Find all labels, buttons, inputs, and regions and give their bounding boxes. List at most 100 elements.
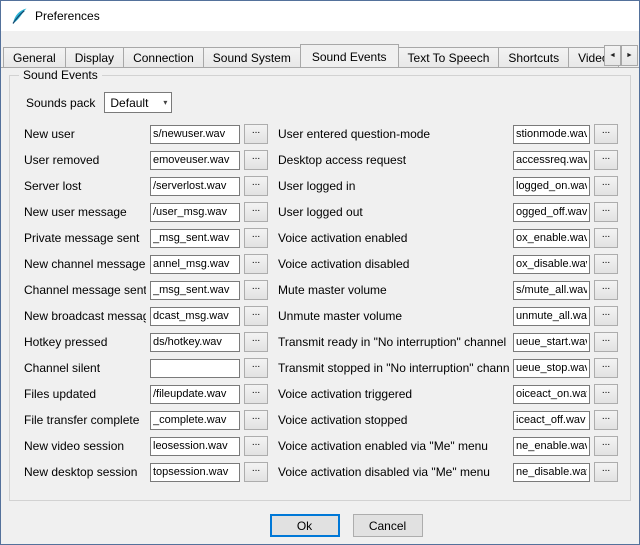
browse-button[interactable]: ... xyxy=(594,124,618,144)
table-row: File transfer complete ... xyxy=(24,407,268,433)
app-icon xyxy=(10,7,28,25)
sound-file-input[interactable] xyxy=(150,255,240,274)
table-row: Channel message sent ... xyxy=(24,277,268,303)
browse-button[interactable]: ... xyxy=(244,332,268,352)
sounds-pack-label: Sounds pack xyxy=(26,96,95,110)
browse-button[interactable]: ... xyxy=(594,228,618,248)
ok-button[interactable]: Ok xyxy=(270,514,340,537)
sound-event-label: New channel message xyxy=(24,257,146,271)
tab-bar: General Display Connection Sound System … xyxy=(1,43,639,68)
sound-file-input[interactable] xyxy=(150,411,240,430)
sound-event-label: Voice activation disabled via "Me" menu xyxy=(278,465,509,479)
event-column-left: New user ... User removed ... Server los… xyxy=(24,121,268,485)
sound-event-label: Channel message sent xyxy=(24,283,146,297)
browse-button[interactable]: ... xyxy=(594,410,618,430)
chevron-down-icon: ▾ xyxy=(163,98,167,107)
sound-event-label: Voice activation stopped xyxy=(278,413,509,427)
sound-event-label: Private message sent xyxy=(24,231,146,245)
tab-shortcuts[interactable]: Shortcuts xyxy=(498,47,569,67)
tab-general[interactable]: General xyxy=(3,47,66,67)
tab-text-to-speech[interactable]: Text To Speech xyxy=(398,47,500,67)
sound-file-input[interactable] xyxy=(150,359,240,378)
table-row: User logged out ... xyxy=(278,199,618,225)
table-row: Voice activation disabled via "Me" menu … xyxy=(278,459,618,485)
sound-event-label: User entered question-mode xyxy=(278,127,509,141)
sound-file-input[interactable] xyxy=(150,177,240,196)
tab-display[interactable]: Display xyxy=(65,47,124,67)
sound-file-input[interactable] xyxy=(513,281,590,300)
table-row: Unmute master volume ... xyxy=(278,303,618,329)
sound-file-input[interactable] xyxy=(513,359,590,378)
browse-button[interactable]: ... xyxy=(244,254,268,274)
browse-button[interactable]: ... xyxy=(244,384,268,404)
sound-file-input[interactable] xyxy=(150,151,240,170)
sound-file-input[interactable] xyxy=(513,333,590,352)
browse-button[interactable]: ... xyxy=(244,124,268,144)
table-row: User entered question-mode ... xyxy=(278,121,618,147)
browse-button[interactable]: ... xyxy=(244,358,268,378)
sound-file-input[interactable] xyxy=(513,411,590,430)
browse-button[interactable]: ... xyxy=(244,176,268,196)
browse-button[interactable]: ... xyxy=(594,150,618,170)
sound-file-input[interactable] xyxy=(513,307,590,326)
table-row: New user message ... xyxy=(24,199,268,225)
sound-file-input[interactable] xyxy=(150,463,240,482)
title-bar[interactable]: Preferences xyxy=(1,1,639,31)
sound-events-group: Sound Events Sounds pack Default ▾ New u… xyxy=(9,75,631,501)
sound-file-input[interactable] xyxy=(150,229,240,248)
sound-file-input[interactable] xyxy=(150,281,240,300)
browse-button[interactable]: ... xyxy=(594,306,618,326)
cancel-button[interactable]: Cancel xyxy=(353,514,423,537)
sound-file-input[interactable] xyxy=(150,437,240,456)
browse-button[interactable]: ... xyxy=(594,176,618,196)
tab-connection[interactable]: Connection xyxy=(123,47,204,67)
browse-button[interactable]: ... xyxy=(594,332,618,352)
tab-scroll-left-icon[interactable]: ◄ xyxy=(604,45,621,66)
sound-file-input[interactable] xyxy=(513,463,590,482)
event-column-right: User entered question-mode ... Desktop a… xyxy=(278,121,618,485)
sound-file-input[interactable] xyxy=(513,203,590,222)
browse-button[interactable]: ... xyxy=(244,280,268,300)
dialog-footer: Ok Cancel xyxy=(1,514,639,537)
browse-button[interactable]: ... xyxy=(594,384,618,404)
sound-file-input[interactable] xyxy=(150,125,240,144)
sound-event-label: Server lost xyxy=(24,179,146,193)
browse-button[interactable]: ... xyxy=(244,436,268,456)
sounds-pack-value: Default xyxy=(110,96,148,110)
sound-file-input[interactable] xyxy=(150,307,240,326)
tab-sound-system[interactable]: Sound System xyxy=(203,47,301,67)
sound-event-label: New desktop session xyxy=(24,465,146,479)
sound-event-label: File transfer complete xyxy=(24,413,146,427)
sound-file-input[interactable] xyxy=(150,333,240,352)
browse-button[interactable]: ... xyxy=(594,358,618,378)
sound-file-input[interactable] xyxy=(513,255,590,274)
sounds-pack-select[interactable]: Default ▾ xyxy=(104,92,172,113)
browse-button[interactable]: ... xyxy=(244,202,268,222)
browse-button[interactable]: ... xyxy=(594,462,618,482)
sound-file-input[interactable] xyxy=(513,177,590,196)
table-row: Server lost ... xyxy=(24,173,268,199)
sound-file-input[interactable] xyxy=(513,229,590,248)
sound-file-input[interactable] xyxy=(513,125,590,144)
sound-file-input[interactable] xyxy=(150,203,240,222)
browse-button[interactable]: ... xyxy=(594,202,618,222)
browse-button[interactable]: ... xyxy=(594,280,618,300)
sound-file-input[interactable] xyxy=(513,385,590,404)
tab-sound-events[interactable]: Sound Events xyxy=(300,44,399,68)
browse-button[interactable]: ... xyxy=(244,228,268,248)
tab-scroll-right-icon[interactable]: ► xyxy=(621,45,638,66)
table-row: Mute master volume ... xyxy=(278,277,618,303)
browse-button[interactable]: ... xyxy=(594,436,618,456)
sound-file-input[interactable] xyxy=(513,151,590,170)
sound-event-label: User logged in xyxy=(278,179,509,193)
browse-button[interactable]: ... xyxy=(244,306,268,326)
browse-button[interactable]: ... xyxy=(244,150,268,170)
table-row: User removed ... xyxy=(24,147,268,173)
browse-button[interactable]: ... xyxy=(244,462,268,482)
sound-file-input[interactable] xyxy=(150,385,240,404)
browse-button[interactable]: ... xyxy=(244,410,268,430)
table-row: Transmit ready in "No interruption" chan… xyxy=(278,329,618,355)
table-row: New desktop session ... xyxy=(24,459,268,485)
browse-button[interactable]: ... xyxy=(594,254,618,274)
sound-file-input[interactable] xyxy=(513,437,590,456)
